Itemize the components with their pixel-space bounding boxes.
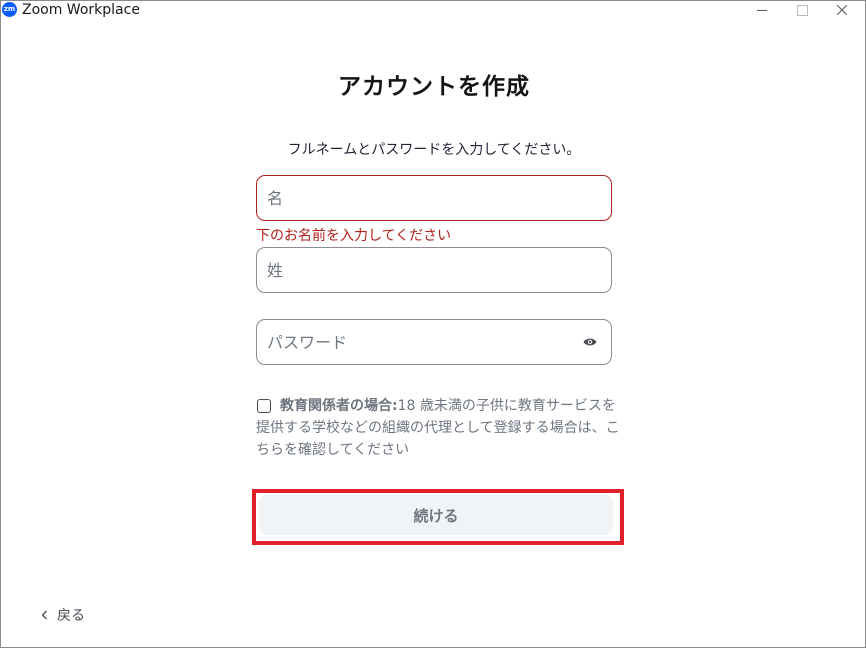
chevron-left-icon <box>41 610 47 620</box>
close-button[interactable] <box>819 1 865 19</box>
maximize-icon <box>796 4 808 16</box>
show-password-eye-icon[interactable] <box>583 337 597 347</box>
page-title: アカウントを作成 <box>338 74 530 100</box>
first-name-error: 下のお名前を入力してください <box>256 228 452 244</box>
back-link[interactable]: 戻る <box>41 605 85 625</box>
zoom-logo-icon: zm <box>2 2 17 17</box>
first-name-field[interactable] <box>256 175 612 221</box>
title-bar: zm Zoom Workplace <box>1 1 865 21</box>
page-subtitle: フルネームとパスワードを入力してください。 <box>287 142 581 158</box>
password-input[interactable] <box>267 320 567 364</box>
education-label: 教育関係者の場合:18 歳未満の子供に教育サービスを提供する学校などの組織の代理… <box>256 395 626 461</box>
last-name-input[interactable] <box>267 248 567 292</box>
minimize-icon <box>757 9 767 11</box>
password-field[interactable] <box>256 319 612 365</box>
education-bold-label: 教育関係者の場合: <box>280 398 398 414</box>
first-name-input[interactable] <box>267 176 567 220</box>
continue-button[interactable]: 続ける <box>259 495 613 535</box>
window-title: Zoom Workplace <box>22 2 140 18</box>
last-name-field[interactable] <box>256 247 612 293</box>
app-window: zm Zoom Workplace アカウントを作成 フルネームとパスワードを入… <box>0 0 866 648</box>
back-label: 戻る <box>57 608 85 624</box>
close-icon <box>837 5 847 15</box>
